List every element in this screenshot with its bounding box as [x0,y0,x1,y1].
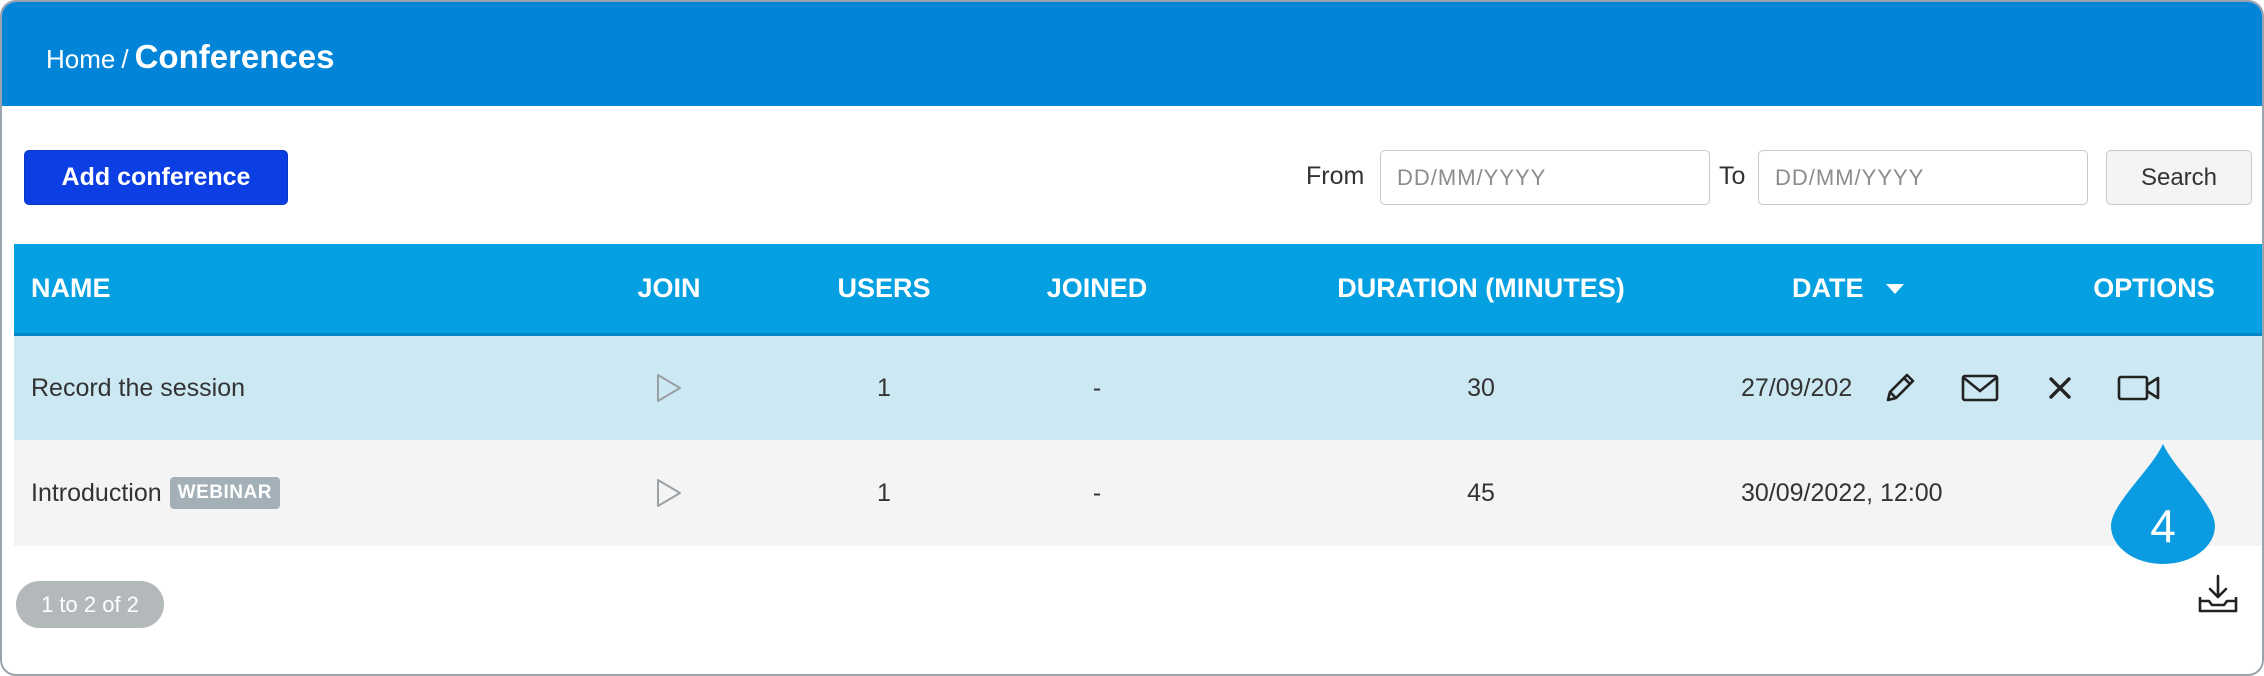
column-header-options[interactable]: OPTIONS [2054,244,2254,333]
video-camera-icon[interactable] [2109,336,2169,440]
page-title: Conferences [134,38,335,75]
column-header-users[interactable]: USERS [799,244,969,333]
conference-name: Introduction [31,478,162,507]
conference-date: 27/09/2022, 10:00 [1741,373,1853,402]
breadcrumb: Home / Conferences [46,38,335,76]
date-cell: 27/09/2022, 10:00 [1741,336,1853,440]
table-row[interactable]: Introduction WEBINAR 1 - 45 30/09/2022, … [14,440,2262,546]
from-label: From [1306,162,1365,190]
add-conference-button[interactable]: Add conference [24,150,288,205]
app-frame: Home / Conferences Add conference From T… [0,0,2264,676]
breadcrumb-home-link[interactable]: Home [46,44,115,75]
column-header-joined[interactable]: JOINED [1012,244,1182,333]
webinar-badge: WEBINAR [169,477,280,509]
top-bar: Home / Conferences [2,2,2262,106]
step-marker-drop: 4 [2111,444,2215,564]
breadcrumb-separator: / [121,44,129,74]
table-row[interactable]: Record the session 1 - 30 27/09/2022, 10… [14,336,2262,440]
join-play-icon[interactable] [634,336,704,440]
pagination-info: 1 to 2 of 2 [16,581,164,628]
column-header-duration[interactable]: DURATION (MINUTES) [1231,244,1731,333]
to-date-input[interactable] [1758,150,2088,205]
sort-descending-icon [1885,283,1904,294]
users-count: 1 [877,478,891,507]
conference-date: 30/09/2022, 12:00 [1741,478,1943,507]
from-date-input[interactable] [1380,150,1710,205]
column-header-join[interactable]: JOIN [584,244,754,333]
search-button[interactable]: Search [2106,150,2252,205]
to-label: To [1719,162,1746,190]
step-marker-number: 4 [2150,500,2176,552]
close-icon[interactable] [2030,336,2090,440]
duration-value: 30 [1467,373,1495,402]
column-header-date-label: DATE [1792,273,1864,303]
join-play-icon[interactable] [634,440,704,546]
users-count: 1 [877,373,891,402]
duration-value: 45 [1467,478,1495,507]
download-tray-icon[interactable] [2196,573,2240,615]
conference-name: Record the session [31,373,246,402]
column-header-date[interactable]: DATE [1792,244,1904,333]
conference-name-cell: Introduction WEBINAR [31,440,280,546]
joined-count: - [1092,478,1102,507]
pencil-icon[interactable] [1870,336,1930,440]
joined-count: - [1092,373,1102,402]
table-header: NAME JOIN USERS JOINED DURATION (MINUTES… [14,244,2262,336]
envelope-icon[interactable] [1950,336,2010,440]
column-header-name[interactable]: NAME [31,244,111,333]
